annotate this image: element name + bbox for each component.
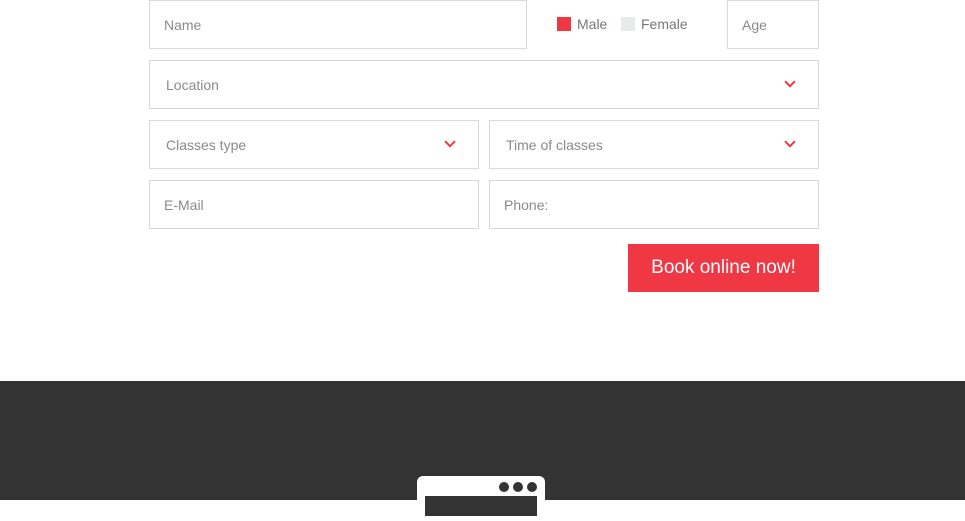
name-field [149, 0, 527, 49]
location-label: Location [166, 76, 219, 93]
age-field [727, 0, 819, 49]
male-checkbox[interactable] [557, 17, 571, 31]
gender-option-female[interactable]: Female [621, 14, 688, 34]
chevron-down-icon [784, 79, 796, 88]
time-of-classes-label: Time of classes [506, 136, 603, 153]
footer [0, 381, 965, 516]
male-label: Male [577, 16, 608, 32]
location-select[interactable]: Location [149, 60, 819, 109]
chevron-down-icon [444, 139, 456, 148]
age-input[interactable] [728, 1, 818, 48]
book-online-button[interactable]: Book online now! [628, 244, 819, 292]
time-of-classes-select[interactable]: Time of classes [489, 120, 819, 169]
female-label: Female [641, 16, 688, 32]
browser-window-icon [417, 476, 545, 516]
email-input[interactable] [150, 181, 478, 228]
phone-field [489, 180, 819, 229]
phone-input[interactable] [490, 181, 818, 228]
gender-option-male[interactable]: Male [557, 14, 607, 34]
female-checkbox[interactable] [621, 17, 635, 31]
classes-type-label: Classes type [166, 136, 247, 153]
classes-type-select[interactable]: Classes type [149, 120, 479, 169]
email-field [149, 180, 479, 229]
name-input[interactable] [150, 1, 526, 48]
chevron-down-icon [784, 139, 796, 148]
